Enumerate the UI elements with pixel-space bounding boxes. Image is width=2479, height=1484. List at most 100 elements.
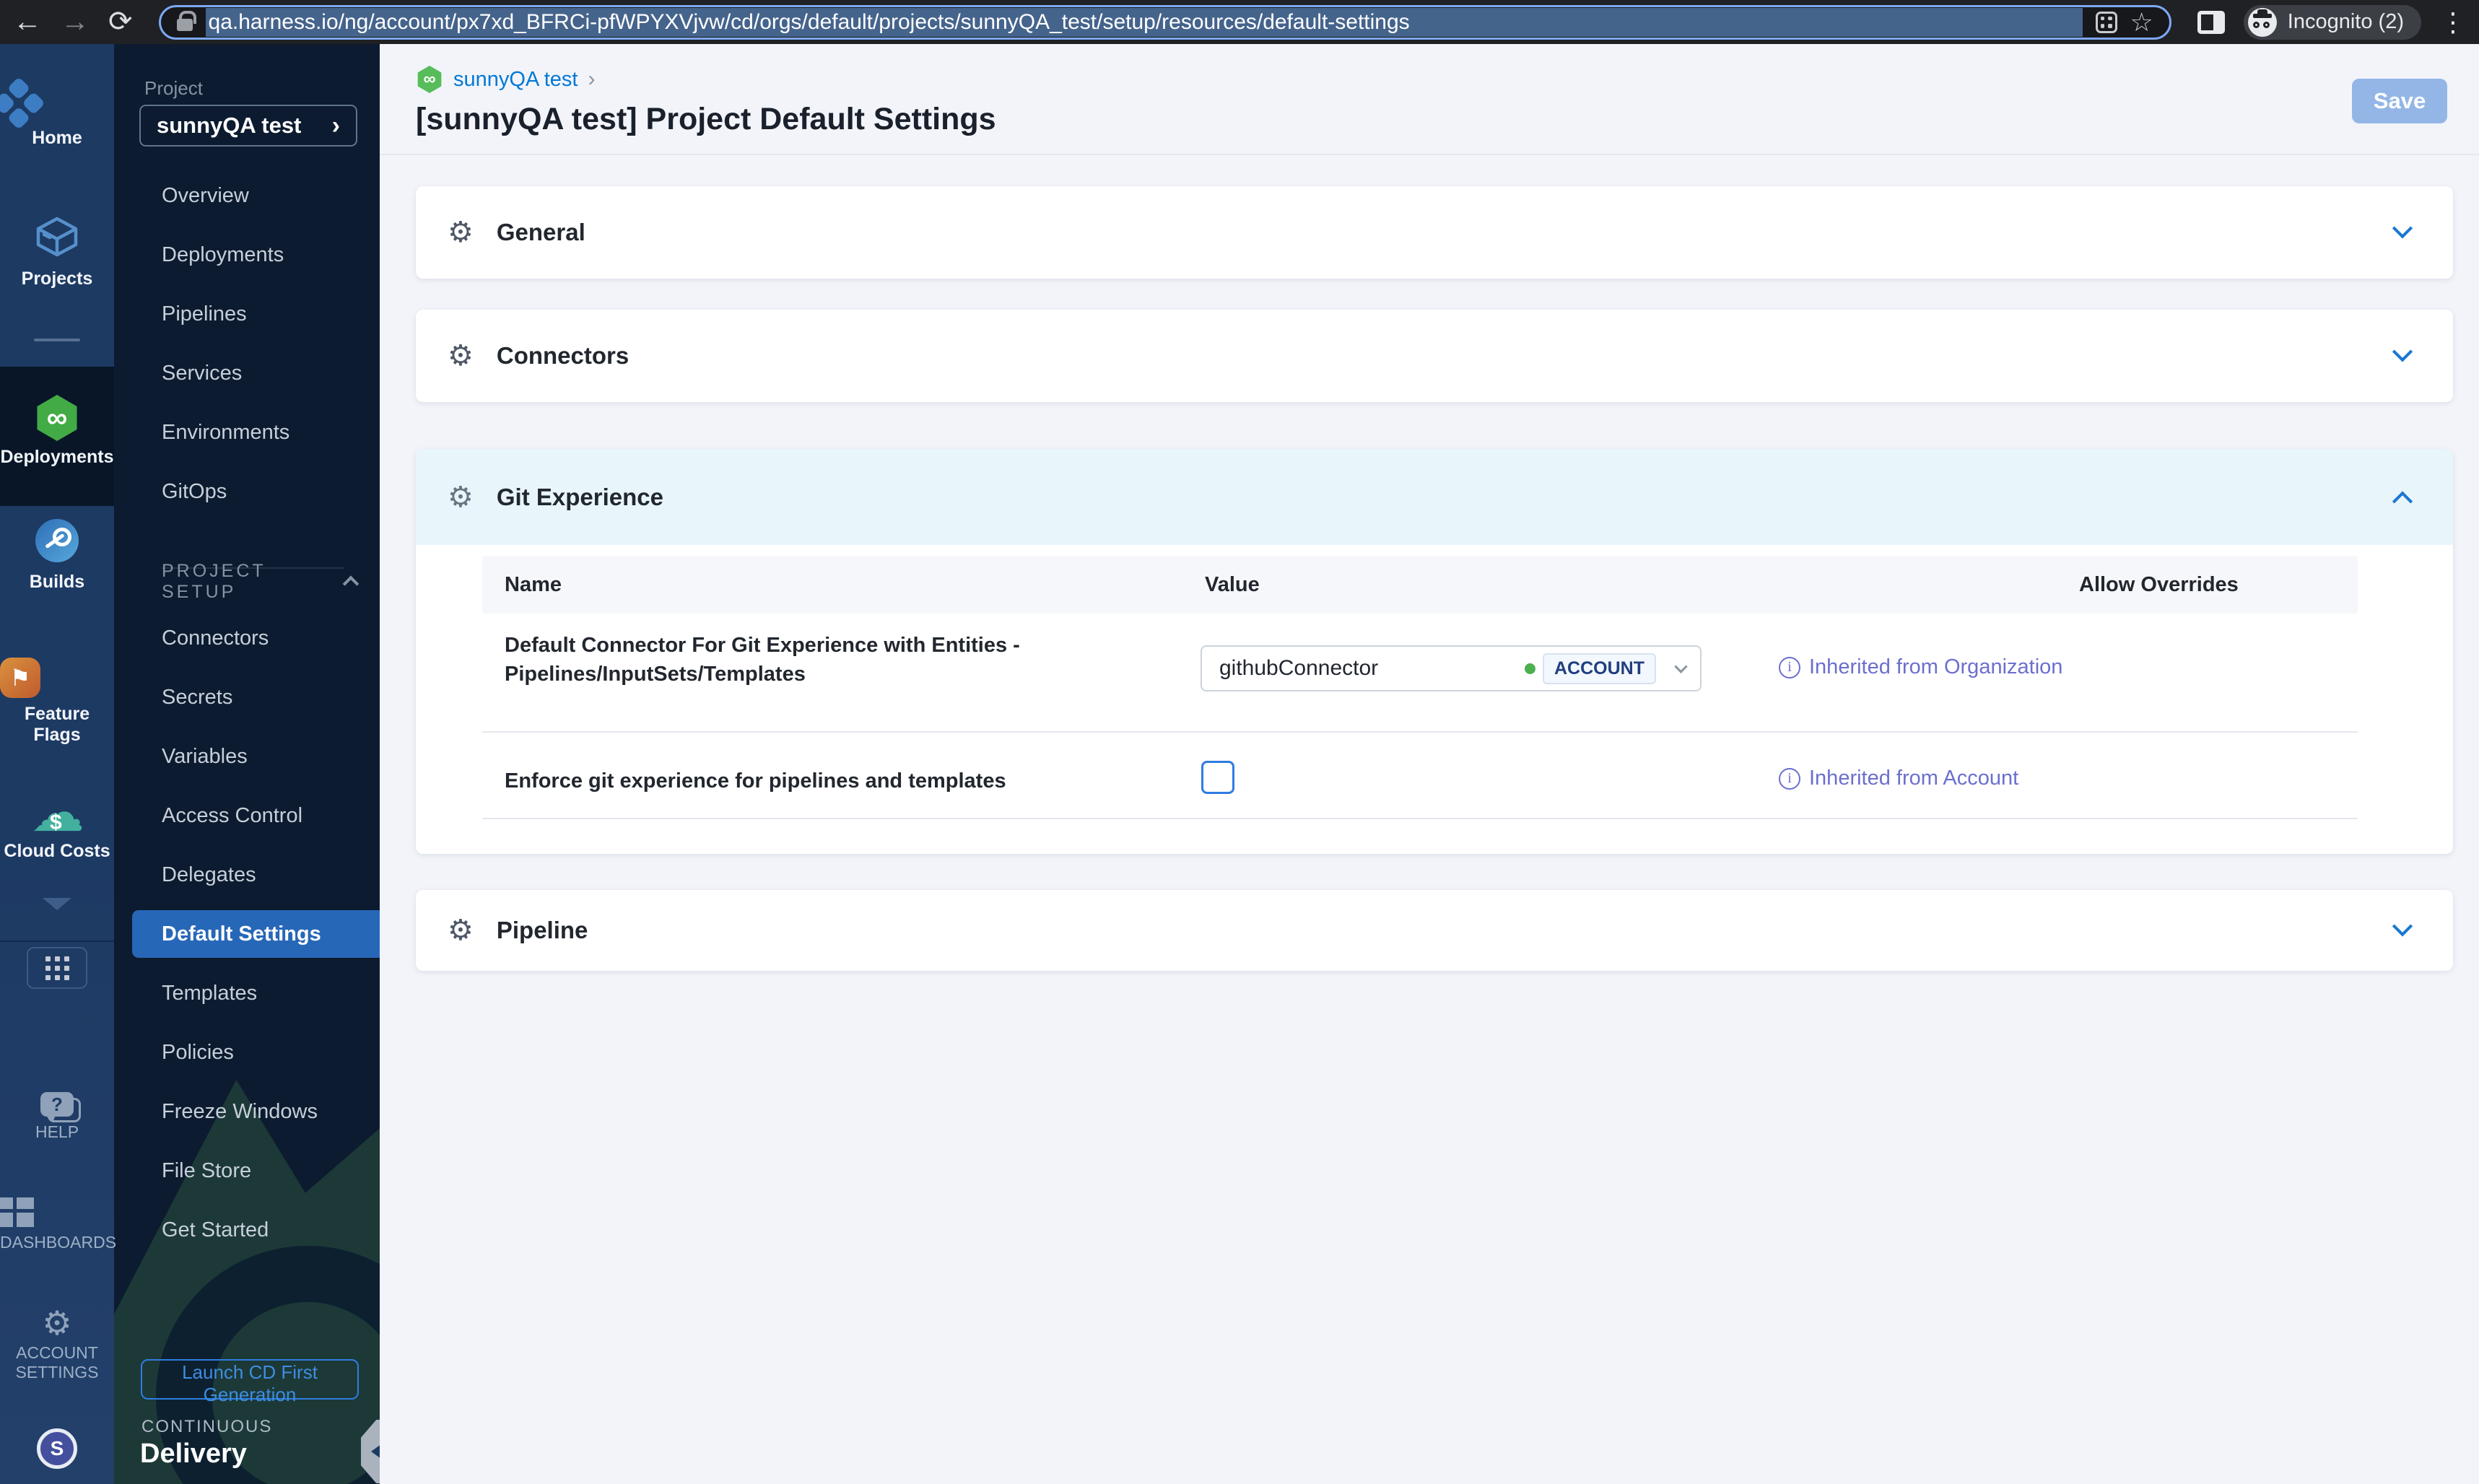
column-header-name: Name (505, 573, 562, 596)
column-header-value: Value (1205, 573, 1260, 596)
enforce-git-experience-checkbox[interactable] (1201, 761, 1234, 794)
rail-label: Feature Flags (24, 704, 90, 745)
section-title: General (496, 219, 585, 245)
sidebar-item-access-control[interactable]: Access Control (114, 786, 380, 845)
section-git-header[interactable]: ⚙ Git Experience (416, 449, 2453, 545)
ci-circle-icon (35, 519, 79, 562)
avatar: S (37, 1428, 77, 1469)
inherited-from-organization-link[interactable]: i Inherited from Organization (1779, 655, 2062, 679)
section-general-header[interactable]: ⚙ General (416, 186, 2453, 279)
project-name: sunnyQA test (157, 113, 302, 138)
section-connectors-header[interactable]: ⚙ Connectors (416, 310, 2453, 402)
refresh-icon[interactable]: ⟳ (108, 0, 133, 44)
breadcrumb-project-link[interactable]: sunnyQA test (453, 68, 578, 92)
setting-name: Enforce git experience for pipelines and… (505, 769, 1006, 793)
gear-icon: ⚙ (448, 481, 474, 513)
sidebar-item-pipelines[interactable]: Pipelines (114, 284, 380, 344)
project-nav: Overview Deployments Pipelines Services … (114, 166, 380, 521)
extensions-icon[interactable] (2095, 11, 2117, 33)
settings-table-header: Name Value Allow Overrides (482, 556, 2358, 614)
section-title: Connectors (496, 342, 629, 369)
status-dot-icon (1525, 663, 1535, 674)
rail-separator (0, 940, 114, 942)
back-icon[interactable]: ← (13, 0, 42, 44)
info-icon: i (1779, 656, 1800, 678)
sidebar-item-policies[interactable]: Policies (114, 1023, 380, 1082)
row-divider (482, 731, 2358, 733)
launch-cd-first-gen-button[interactable]: Launch CD First Generation (141, 1359, 359, 1405)
chevron-down-icon (2392, 218, 2413, 239)
section-connectors: ⚙ Connectors (416, 310, 2453, 402)
section-pipeline: ⚙ Pipeline (416, 890, 2453, 971)
sidebar-item-file-store[interactable]: File Store (114, 1141, 380, 1200)
dashboard-grid-icon (0, 1197, 114, 1227)
chevron-down-icon (43, 898, 71, 922)
module-picker-button[interactable] (27, 947, 87, 989)
incognito-badge[interactable]: Incognito (2) (2243, 4, 2421, 40)
sidebar-item-default-settings[interactable]: Default Settings (132, 910, 380, 958)
inherited-from-account-link[interactable]: i Inherited from Account (1779, 767, 2018, 790)
forward-icon[interactable]: → (61, 0, 90, 44)
rail-item-deployments[interactable]: ∞ Deployments (0, 395, 114, 468)
incognito-label: Incognito (2) (2287, 10, 2404, 33)
flag-icon: ⚑ (0, 658, 40, 698)
section-title: Pipeline (496, 917, 588, 943)
cube-icon (34, 216, 80, 263)
default-connector-select[interactable]: githubConnector ACCOUNT (1201, 645, 1702, 691)
sidebar-item-secrets[interactable]: Secrets (114, 668, 380, 727)
sidebar-item-get-started[interactable]: Get Started (114, 1200, 380, 1260)
project-selector[interactable]: sunnyQA test › (139, 105, 357, 147)
gear-icon: ⚙ (448, 217, 474, 248)
incognito-icon (2247, 7, 2277, 37)
screen: ← → ⟳ qa.harness.io/ng/account/px7xd_BFR… (0, 0, 2479, 1484)
browser-menu-icon[interactable]: ⋮ (2440, 7, 2466, 38)
rail-label: Home (32, 128, 82, 148)
rail-item-projects[interactable]: Projects (0, 216, 114, 289)
chevron-up-icon (2392, 491, 2413, 512)
rail-label: HELP (35, 1122, 79, 1141)
project-label: Project (144, 77, 203, 99)
rail-item-account-settings[interactable]: ⚙ ACCOUNT SETTINGS (0, 1306, 114, 1382)
project-setup-toggle[interactable]: PROJECT SETUP (162, 561, 360, 603)
rail-label: Cloud Costs (4, 841, 110, 861)
rail-item-cloud-costs[interactable]: ☁ $ Cloud Costs (0, 786, 114, 862)
sidebar-item-delegates[interactable]: Delegates (114, 845, 380, 904)
rail-item-builds[interactable]: Builds (0, 519, 114, 593)
chevron-down-icon (1674, 659, 1688, 673)
rail-item-home[interactable]: Home (0, 77, 114, 149)
side-panel-icon[interactable] (2197, 10, 2225, 34)
module-rail: Home Projects ∞ Deployments Builds ⚑ Fea… (0, 44, 117, 1484)
sidebar-item-services[interactable]: Services (114, 344, 380, 403)
address-bar[interactable]: qa.harness.io/ng/account/px7xd_BFRCi-pfW… (158, 4, 2171, 40)
cd-hexagon-icon: ∞ (417, 66, 442, 93)
triangle-left-icon (371, 1442, 380, 1461)
sidebar-item-environments[interactable]: Environments (114, 403, 380, 462)
section-title: Git Experience (496, 483, 663, 510)
url-text[interactable]: qa.harness.io/ng/account/px7xd_BFRCi-pfW… (205, 7, 2083, 37)
rail-label: DASHBOARDS (0, 1233, 117, 1252)
rail-item-dashboards[interactable]: DASHBOARDS (0, 1197, 117, 1252)
gear-icon: ⚙ (42, 1304, 72, 1342)
sidebar-item-freeze-windows[interactable]: Freeze Windows (114, 1082, 380, 1141)
rail-more-modules[interactable] (0, 898, 114, 923)
main-content: ∞ sunnyQA test › [sunnyQA test] Project … (380, 44, 2479, 1484)
rail-item-feature-flags[interactable]: ⚑ Feature Flags (0, 658, 114, 746)
gear-icon: ⚙ (448, 340, 474, 372)
save-button[interactable]: Save (2352, 79, 2447, 123)
section-pipeline-header[interactable]: ⚙ Pipeline (416, 890, 2453, 971)
connector-value: githubConnector (1219, 656, 1379, 680)
sidebar-item-variables[interactable]: Variables (114, 727, 380, 786)
note-text: Inherited from Organization (1809, 655, 2063, 678)
sidebar-item-connectors[interactable]: Connectors (114, 608, 380, 668)
chat-question-icon: ? (40, 1092, 81, 1122)
sidebar-item-deployments[interactable]: Deployments (114, 225, 380, 284)
sidebar-item-overview[interactable]: Overview (114, 166, 380, 225)
section-general: ⚙ General (416, 186, 2453, 279)
browser-toolbar: ← → ⟳ qa.harness.io/ng/account/px7xd_BFR… (0, 0, 2479, 44)
rail-item-profile[interactable]: S (0, 1428, 114, 1469)
bookmark-star-icon[interactable]: ☆ (2130, 9, 2153, 35)
lock-icon (176, 11, 196, 31)
sidebar-item-gitops[interactable]: GitOps (114, 462, 380, 521)
rail-item-help[interactable]: ? HELP (0, 1092, 114, 1142)
sidebar-item-templates[interactable]: Templates (114, 964, 380, 1023)
